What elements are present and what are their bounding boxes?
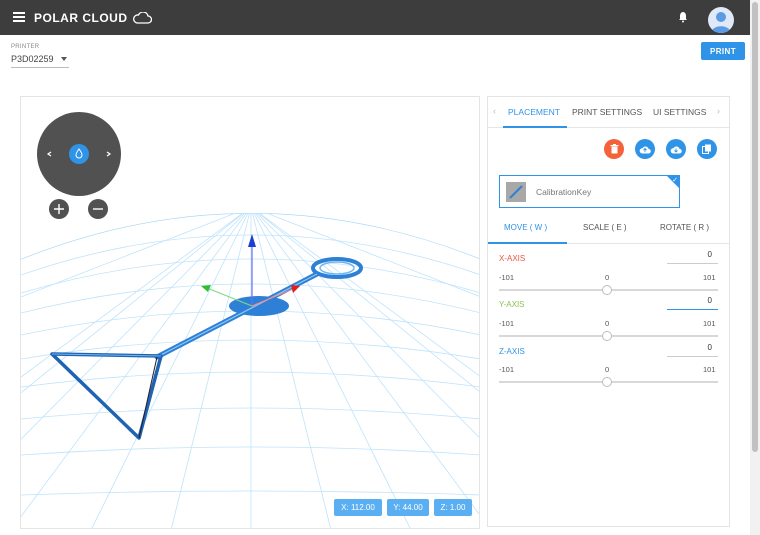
- hamburger-menu-icon[interactable]: [13, 12, 25, 22]
- y-axis-label: Y-AXIS: [499, 300, 525, 309]
- user-avatar[interactable]: [708, 7, 734, 33]
- duplicate-model-button[interactable]: [697, 139, 717, 159]
- tab-move[interactable]: MOVE ( W ): [504, 223, 547, 232]
- active-tab-indicator: [503, 126, 567, 128]
- z-axis-input[interactable]: 0: [667, 343, 718, 357]
- x-axis-max: 101: [703, 273, 716, 282]
- z-axis-max: 101: [703, 365, 716, 374]
- panel-tabs: ‹ PLACEMENT PRINT SETTINGS UI SETTINGS ›: [488, 97, 729, 128]
- zoom-out-button[interactable]: [88, 199, 108, 219]
- build-plate-scene: [21, 112, 479, 528]
- coord-x-badge: X: 112.00: [334, 499, 382, 516]
- tabs-scroll-right-icon[interactable]: ›: [717, 106, 720, 116]
- tabs-scroll-left-icon[interactable]: ‹: [493, 106, 496, 116]
- y-axis-input[interactable]: 0: [667, 296, 718, 310]
- z-axis-min: -101: [499, 365, 515, 374]
- model-thumbnail: [506, 182, 526, 202]
- coord-z-badge: Z: 1.00: [434, 499, 472, 516]
- scrollbar-thumb[interactable]: [752, 2, 758, 452]
- tab-print-settings[interactable]: PRINT SETTINGS: [572, 107, 642, 117]
- checkmark-icon: ✓: [672, 177, 678, 184]
- delete-model-button[interactable]: [604, 139, 624, 159]
- cloud-icon: [132, 12, 152, 24]
- transform-mode-tabs: MOVE ( W ) SCALE ( E ) ROTATE ( R ): [488, 217, 729, 244]
- tab-ui-settings[interactable]: UI SETTINGS: [653, 107, 706, 117]
- 3d-viewport[interactable]: X: 112.00 Y: 44.00 Z: 1.00: [20, 96, 480, 529]
- top-bar: POLAR CLOUD: [0, 0, 750, 35]
- tab-scale[interactable]: SCALE ( E ): [583, 223, 627, 232]
- download-model-button[interactable]: [666, 139, 686, 159]
- printer-select-value: P3D02259: [11, 54, 54, 64]
- y-axis-min: -101: [499, 319, 515, 328]
- settings-panel: ‹ PLACEMENT PRINT SETTINGS UI SETTINGS ›…: [487, 96, 730, 527]
- z-axis-mid: 0: [605, 365, 610, 374]
- print-button[interactable]: PRINT: [701, 42, 745, 60]
- z-axis-label: Z-AXIS: [499, 347, 525, 356]
- dropdown-caret-icon: [61, 57, 67, 61]
- model-list-item[interactable]: CalibrationKey ✓: [499, 175, 680, 208]
- tab-placement[interactable]: PLACEMENT: [508, 107, 560, 117]
- tab-rotate[interactable]: ROTATE ( R ): [660, 223, 709, 232]
- camera-orbit-control[interactable]: [37, 112, 121, 196]
- transform-gizmo[interactable]: [201, 234, 300, 307]
- upload-model-button[interactable]: [635, 139, 655, 159]
- printer-label: PRINTER: [11, 44, 40, 50]
- active-mode-indicator: [488, 242, 567, 244]
- brand-name: POLAR CLOUD: [34, 11, 128, 25]
- coord-y-badge: Y: 44.00: [387, 499, 429, 516]
- z-axis-slider-thumb[interactable]: [602, 377, 612, 387]
- copy-icon: [702, 144, 711, 154]
- y-axis-mid: 0: [605, 319, 610, 328]
- y-axis-max: 101: [703, 319, 716, 328]
- x-axis-mid: 0: [605, 273, 610, 282]
- x-axis-input[interactable]: 0: [667, 250, 718, 264]
- x-axis-label: X-AXIS: [499, 254, 526, 263]
- trash-icon: [610, 144, 618, 154]
- zoom-in-button[interactable]: [49, 199, 69, 219]
- printer-select[interactable]: P3D02259: [11, 54, 69, 68]
- cloud-upload-icon: [639, 145, 651, 153]
- y-axis-slider-thumb[interactable]: [602, 331, 612, 341]
- notification-bell-icon[interactable]: [678, 11, 688, 23]
- x-axis-slider-thumb[interactable]: [602, 285, 612, 295]
- cloud-download-icon: [670, 145, 682, 153]
- brand-logo: POLAR CLOUD: [34, 11, 152, 25]
- model-name: CalibrationKey: [536, 187, 592, 197]
- x-axis-min: -101: [499, 273, 515, 282]
